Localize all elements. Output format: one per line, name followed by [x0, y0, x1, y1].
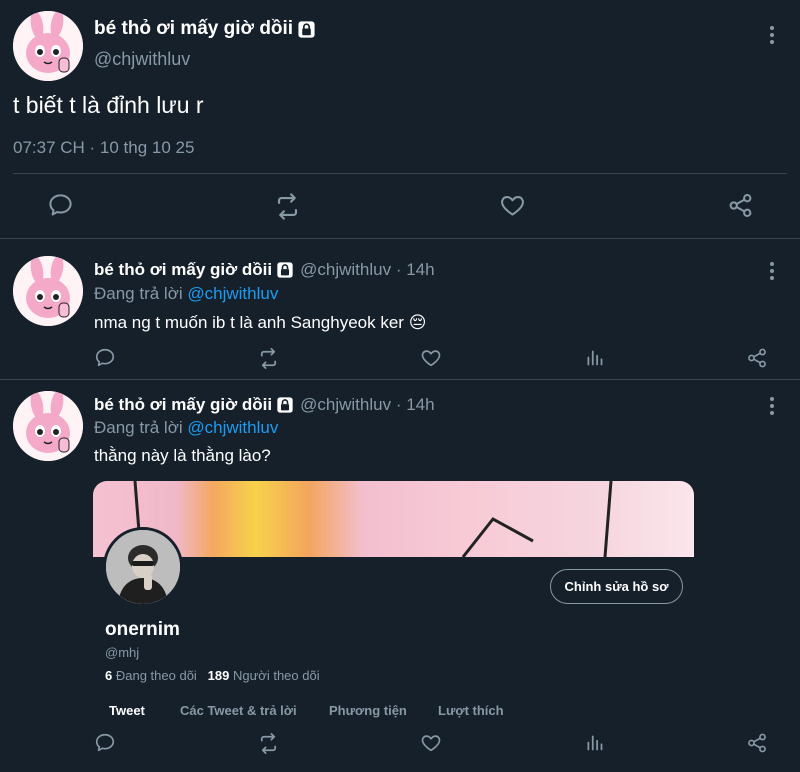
- like-icon[interactable]: [420, 732, 442, 754]
- replying-prefix: Đang trả lời: [94, 418, 183, 437]
- share-icon[interactable]: [727, 192, 754, 219]
- display-name-text[interactable]: bé thỏ ơi mấy giờ dồii: [94, 395, 272, 415]
- analytics-icon[interactable]: [584, 347, 605, 368]
- retweet-icon[interactable]: [257, 347, 280, 370]
- share-icon[interactable]: [746, 347, 768, 369]
- followers-label[interactable]: Người theo dõi: [233, 668, 320, 683]
- share-icon[interactable]: [746, 732, 768, 754]
- edit-profile-button[interactable]: Chỉnh sửa hồ sơ: [550, 569, 683, 604]
- tweet-text: thằng này là thằng lào?: [94, 446, 271, 465]
- avatar[interactable]: [13, 11, 83, 81]
- avatar[interactable]: [13, 391, 83, 461]
- attached-profile-screenshot[interactable]: Chỉnh sửa hồ sơ onernim @mhj 6 Đang theo…: [93, 481, 694, 721]
- like-icon[interactable]: [420, 347, 442, 369]
- followers-count[interactable]: 189: [208, 668, 230, 683]
- tab-media[interactable]: Phương tiện: [329, 703, 407, 718]
- reply-icon[interactable]: [94, 732, 116, 754]
- lock-icon: [276, 261, 294, 279]
- reply-icon[interactable]: [94, 347, 116, 369]
- tweet-text: nma ng t muốn ib t là anh Sanghyeok ker …: [94, 313, 427, 332]
- profile-name: onernim: [105, 619, 180, 640]
- replying-to: Đang trả lời @chjwithluv: [94, 284, 278, 304]
- tweet-timestamp[interactable]: 07:37 CH · 10 thg 10 25: [13, 138, 194, 158]
- reply-header[interactable]: bé thỏ ơi mấy giờ dồii @chjwithluv · 14h: [94, 260, 435, 280]
- tab-likes[interactable]: Lượt thích: [438, 703, 504, 718]
- display-name-text[interactable]: bé thỏ ơi mấy giờ dồii: [94, 260, 272, 280]
- retweet-icon[interactable]: [257, 732, 280, 755]
- like-icon[interactable]: [499, 192, 526, 219]
- avatar[interactable]: [13, 256, 83, 326]
- analytics-icon[interactable]: [584, 732, 605, 753]
- more-icon[interactable]: [769, 26, 775, 44]
- display-name-text[interactable]: bé thỏ ơi mấy giờ dồii: [94, 18, 293, 40]
- lock-icon: [276, 396, 294, 414]
- divider: [0, 238, 800, 239]
- replying-to-link[interactable]: @chjwithluv: [187, 418, 278, 437]
- reply-icon[interactable]: [47, 192, 74, 219]
- follow-stats: 6 Đang theo dõi 189 Người theo dõi: [105, 668, 320, 683]
- divider: [0, 379, 800, 380]
- more-icon[interactable]: [769, 397, 775, 415]
- tab-tweets[interactable]: Tweet: [109, 703, 145, 718]
- handle-time[interactable]: @chjwithluv · 14h: [300, 395, 434, 415]
- retweet-icon[interactable]: [273, 192, 302, 221]
- tweet-text: t biết t là đỉnh lưu r: [13, 92, 204, 118]
- more-icon[interactable]: [769, 262, 775, 280]
- replying-to-link[interactable]: @chjwithluv: [187, 284, 278, 303]
- display-name[interactable]: bé thỏ ơi mấy giờ dồii: [94, 18, 316, 40]
- handle-time[interactable]: @chjwithluv · 14h: [300, 260, 434, 280]
- banner-art: [133, 481, 613, 558]
- replying-prefix: Đang trả lời: [94, 284, 183, 303]
- reply-header[interactable]: bé thỏ ơi mấy giờ dồii @chjwithluv · 14h: [94, 395, 435, 415]
- following-label[interactable]: Đang theo dõi: [116, 668, 197, 683]
- replying-to: Đang trả lời @chjwithluv: [94, 418, 278, 438]
- tab-tweets-replies[interactable]: Các Tweet & trả lời: [180, 703, 297, 718]
- lock-icon: [297, 20, 316, 39]
- profile-avatar[interactable]: [103, 527, 183, 607]
- divider: [13, 173, 787, 174]
- handle[interactable]: @chjwithluv: [94, 49, 190, 70]
- profile-handle: @mhj: [105, 645, 140, 660]
- following-count[interactable]: 6: [105, 668, 112, 683]
- profile-banner: [93, 481, 694, 558]
